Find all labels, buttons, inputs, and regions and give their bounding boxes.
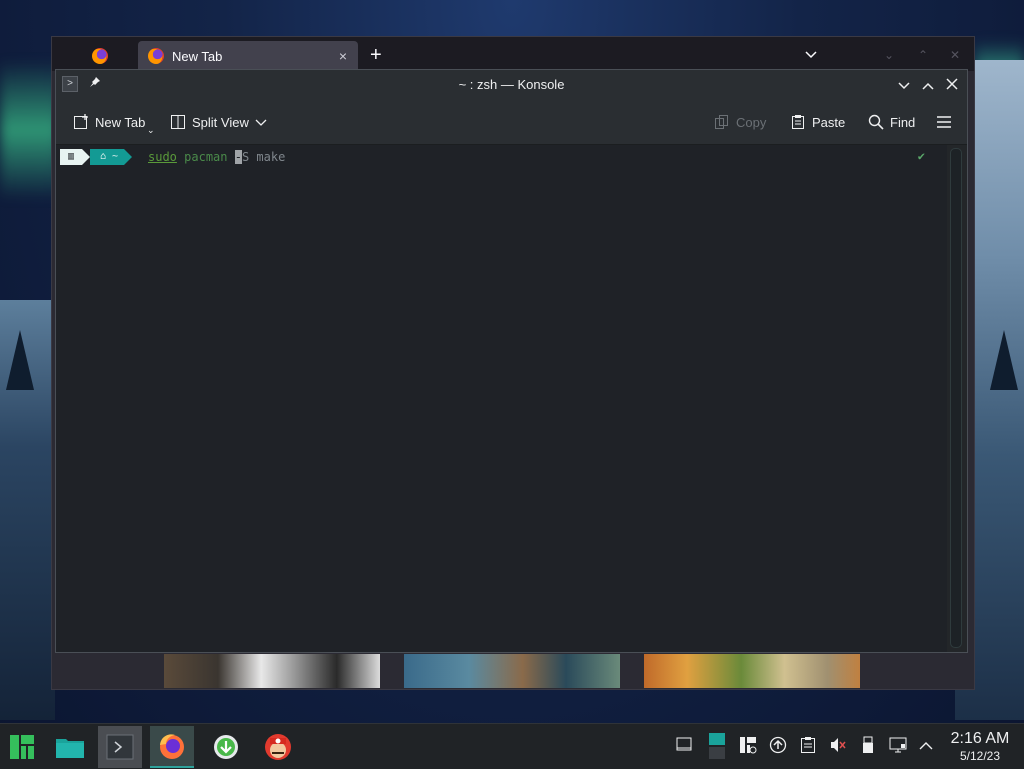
application-launcher-button[interactable] — [0, 726, 44, 768]
firefox-tab-label: New Tab — [172, 48, 223, 64]
download-icon — [214, 735, 238, 759]
close-icon[interactable]: ✕ — [950, 48, 960, 62]
chevron-down-icon — [805, 51, 817, 59]
chevron-down-icon — [898, 82, 910, 90]
firefox-icon — [148, 48, 164, 64]
paste-label: Paste — [812, 114, 846, 130]
firefox-tab-bar: New Tab × + ⌄ ⌃ ✕ — [52, 37, 974, 71]
list-all-tabs-button[interactable] — [804, 47, 818, 63]
konsole-window: > ~ : zsh — Konsole New Tab ⌄ Split View — [55, 69, 968, 653]
konsole-titlebar[interactable]: > ~ : zsh — Konsole — [56, 70, 967, 100]
wallpaper-tree — [990, 330, 1018, 390]
split-view-button[interactable]: Split View — [170, 111, 267, 133]
chevron-up-icon — [919, 742, 933, 750]
new-tab-button[interactable]: + — [370, 45, 382, 65]
minimize-icon[interactable]: ⌄ — [884, 48, 894, 62]
konsole-toolbar: New Tab ⌄ Split View Copy Paste Find — [56, 100, 967, 145]
text-cursor: - — [234, 150, 242, 164]
usb-device-icon[interactable] — [858, 736, 878, 756]
pager-icon[interactable] — [708, 732, 726, 760]
command-line[interactable]: sudo pacman -S make — [148, 149, 285, 165]
taskbar-download-manager[interactable] — [204, 726, 248, 768]
taskbar-firefox[interactable] — [150, 726, 194, 768]
firefox-top-sites-thumbnails — [164, 654, 860, 688]
split-view-label: Split View — [192, 114, 249, 130]
firefox-icon — [92, 48, 108, 64]
top-site-thumbnail[interactable] — [164, 654, 380, 688]
copy-label: Copy — [736, 114, 767, 130]
chevron-down-icon — [255, 115, 267, 130]
command-pacman: pacman — [184, 150, 228, 164]
terminal-area[interactable]: ▥ ⌂ ~ sudo pacman -S make ✔ — [56, 145, 947, 652]
taskbar-mario-game[interactable] — [256, 726, 300, 768]
package-updates-icon[interactable] — [738, 736, 758, 756]
show-desktop-icon[interactable] — [674, 736, 694, 756]
terminal-icon — [106, 734, 134, 760]
taskbar-file-manager[interactable] — [48, 726, 92, 768]
shell-prompt: ▥ ⌂ ~ — [60, 149, 133, 165]
close-tab-icon[interactable]: × — [334, 48, 352, 64]
clock-date: 5/12/23 — [959, 749, 1001, 763]
find-button[interactable]: Find — [868, 111, 915, 133]
show-hidden-icons-button[interactable] — [916, 736, 936, 756]
copy-icon — [714, 114, 730, 130]
command-sudo: sudo — [148, 150, 177, 164]
wallpaper-tree — [6, 330, 34, 390]
new-tab-label: New Tab — [95, 114, 146, 130]
maximize-button[interactable] — [918, 75, 938, 95]
hamburger-menu-button[interactable] — [936, 111, 952, 133]
window-title: ~ : zsh — Konsole — [458, 77, 565, 92]
command-args: S make — [241, 150, 286, 164]
taskbar-konsole[interactable] — [98, 726, 142, 768]
taskbar: 2:16 AM 5/12/23 — [0, 723, 1024, 769]
mario-icon — [265, 734, 291, 760]
split-view-icon — [170, 114, 186, 130]
clock-time: 2:16 AM — [950, 730, 1010, 747]
new-tab-button[interactable]: New Tab ⌄ — [73, 111, 155, 135]
firefox-pinned-tab[interactable] — [92, 41, 134, 71]
paste-icon — [790, 114, 806, 130]
minimize-button[interactable] — [894, 75, 914, 95]
upload-icon[interactable] — [768, 736, 788, 756]
search-icon — [868, 114, 884, 130]
chevron-up-icon — [922, 82, 934, 90]
terminal-scrollbar[interactable] — [950, 148, 962, 648]
copy-button[interactable]: Copy — [714, 111, 766, 133]
volume-muted-icon[interactable] — [828, 736, 848, 756]
top-site-thumbnail[interactable] — [404, 654, 620, 688]
folder-icon — [56, 739, 84, 758]
find-label: Find — [890, 114, 916, 130]
firefox-icon — [160, 734, 184, 759]
chevron-down-icon: ⌄ — [147, 125, 155, 135]
top-site-thumbnail[interactable] — [644, 654, 860, 688]
network-icon[interactable] — [888, 736, 908, 756]
clipboard-icon[interactable] — [798, 736, 818, 756]
manjaro-icon: ▥ — [60, 149, 82, 165]
new-tab-icon — [73, 114, 89, 130]
manjaro-logo-icon — [10, 735, 34, 759]
maximize-icon[interactable]: ⌃ — [918, 48, 928, 62]
prompt-path: ⌂ ~ — [81, 149, 133, 165]
status-check-icon: ✔ — [917, 149, 925, 163]
firefox-tab-new-tab[interactable]: New Tab × — [138, 41, 358, 71]
close-icon — [946, 78, 958, 90]
hamburger-menu-icon — [936, 114, 952, 130]
close-button[interactable] — [942, 75, 962, 95]
digital-clock[interactable]: 2:16 AM 5/12/23 — [940, 730, 1020, 764]
paste-button[interactable]: Paste — [790, 111, 845, 133]
